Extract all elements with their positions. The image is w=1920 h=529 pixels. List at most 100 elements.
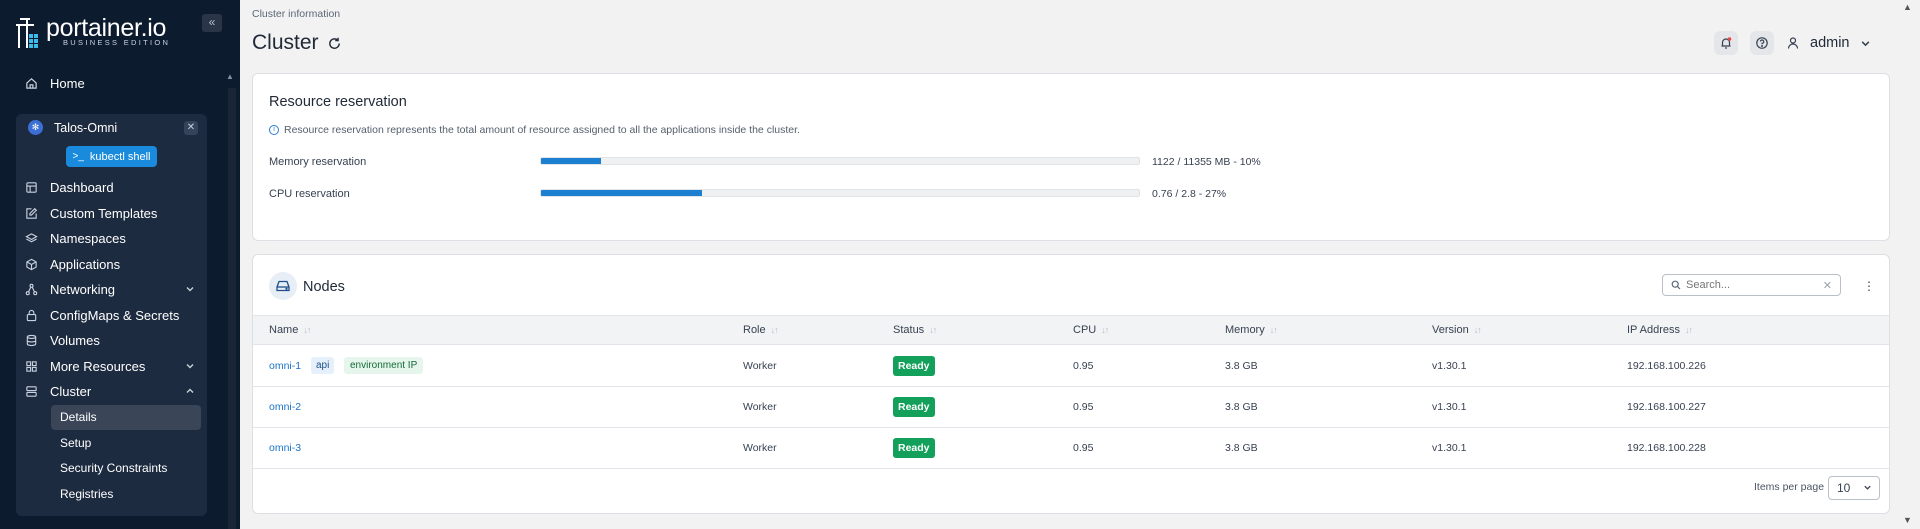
- sidebar-item-custom-templates[interactable]: Custom Templates: [16, 201, 207, 227]
- sidebar-item-label: Cluster: [50, 384, 92, 400]
- column-header-cpu[interactable]: CPU ↓↑: [1073, 324, 1109, 336]
- environment-header: ✻ Talos-Omni: [28, 120, 117, 135]
- hard-drive-icon: [276, 280, 290, 292]
- close-environment-button[interactable]: ✕: [184, 121, 198, 135]
- items-per-page-select[interactable]: 10: [1828, 476, 1880, 500]
- resource-reservation-info: i Resource reservation represents the to…: [269, 124, 800, 136]
- sidebar-item-namespaces[interactable]: Namespaces: [16, 226, 207, 252]
- column-header-label: Role: [743, 324, 766, 336]
- column-header-memory[interactable]: Memory ↓↑: [1225, 324, 1278, 336]
- resource-reservation-card: Resource reservation i Resource reservat…: [252, 73, 1890, 241]
- page-title: Cluster: [252, 31, 342, 55]
- kubernetes-icon: ✻: [28, 120, 43, 135]
- column-header-version[interactable]: Version ↓↑: [1432, 324, 1482, 336]
- sidebar-item-cluster[interactable]: Cluster: [16, 379, 207, 405]
- sidebar-item-label: ConfigMaps & Secrets: [50, 307, 180, 323]
- sidebar-item-label: Applications: [50, 256, 121, 272]
- sort-icon: ↓↑: [1101, 325, 1109, 335]
- sidebar-subitem-label: Setup: [60, 435, 92, 450]
- sidebar-item-label: Networking: [50, 282, 116, 298]
- help-button[interactable]: [1750, 31, 1774, 55]
- status-badge: Ready: [893, 356, 935, 376]
- kubectl-shell-button[interactable]: >_ kubectl shell: [66, 146, 157, 167]
- column-header-label: Memory: [1225, 324, 1265, 336]
- sidebar-item-applications[interactable]: Applications: [16, 252, 207, 278]
- nodes-icon-badge: [269, 272, 297, 300]
- refresh-icon[interactable]: [327, 36, 342, 51]
- memory-reservation-bar: [540, 157, 1140, 165]
- sidebar-item-volumes[interactable]: Volumes: [16, 328, 207, 354]
- search-input[interactable]: [1686, 279, 1821, 291]
- memory-reservation-label: Memory reservation: [269, 156, 367, 168]
- chevron-down-icon: [186, 363, 194, 368]
- environment-name: Talos-Omni: [54, 120, 118, 135]
- sidebar-subitem-registries[interactable]: Registries: [51, 481, 201, 507]
- breadcrumb: Cluster information: [252, 8, 341, 20]
- bell-icon: [1721, 37, 1732, 49]
- sidebar-subitem-details[interactable]: Details: [51, 404, 201, 430]
- node-version: v1.30.1: [1432, 401, 1467, 413]
- lock-icon: [24, 308, 38, 322]
- server-icon: [24, 385, 38, 399]
- table-header: Name ↓↑ Role ↓↑ Status ↓↑ CPU ↓↑ Memory ↓↑ Ve…: [253, 315, 1889, 345]
- info-text: Resource reservation represents the tota…: [284, 124, 800, 136]
- sidebar-subitem-label: Details: [60, 410, 97, 425]
- column-header-status[interactable]: Status ↓↑: [893, 324, 937, 336]
- sidebar-subitem-label: Registries: [60, 486, 114, 501]
- environment-ip-tag: environment IP: [344, 357, 424, 374]
- node-cpu: 0.95: [1073, 442, 1094, 454]
- sidebar-item-more-resources[interactable]: More Resources: [16, 354, 207, 380]
- items-per-page-label: Items per page: [1754, 481, 1825, 493]
- page-scroll-down-icon[interactable]: ▼: [1903, 515, 1912, 525]
- chevron-up-icon: [186, 388, 194, 393]
- node-role: Worker: [743, 360, 777, 372]
- clear-search-icon[interactable]: ✕: [1823, 279, 1832, 292]
- brand-edition: BUSINESS EDITION: [63, 38, 171, 47]
- sidebar-subitem-security-constraints[interactable]: Security Constraints: [51, 456, 201, 482]
- memory-reservation-value: 1122 / 11355 MB - 10%: [1152, 156, 1261, 168]
- node-cpu: 0.95: [1073, 360, 1094, 372]
- column-header-name[interactable]: Name ↓↑: [269, 324, 311, 336]
- sort-icon: ↓↑: [929, 325, 937, 335]
- node-name-link[interactable]: omni-1: [269, 360, 301, 372]
- sort-icon: ↓↑: [1473, 325, 1482, 335]
- nodes-card: Nodes ✕ ⋮ Name ↓↑ Role ↓↑ Status ↓↑ CPU ↓↑ M…: [252, 254, 1890, 514]
- notifications-button[interactable]: [1714, 31, 1738, 55]
- node-role: Worker: [743, 401, 777, 413]
- node-name-link[interactable]: omni-3: [269, 442, 301, 454]
- node-ip: 192.168.100.226: [1627, 360, 1706, 372]
- node-name-link[interactable]: omni-2: [269, 401, 301, 413]
- sort-icon: ↓↑: [770, 325, 779, 335]
- cpu-reservation-fill: [541, 190, 703, 196]
- column-header-role[interactable]: Role ↓↑: [743, 324, 779, 336]
- sidebar-item-dashboard[interactable]: Dashboard: [16, 175, 207, 201]
- nodes-title: Nodes: [303, 279, 345, 295]
- sidebar-scrollbar[interactable]: [228, 88, 236, 529]
- sidebar-scroll-up-icon[interactable]: ▲: [226, 72, 236, 82]
- column-header-ip-address[interactable]: IP Address ↓↑: [1627, 324, 1693, 336]
- column-header-label: IP Address: [1627, 324, 1680, 336]
- page-scroll-up-icon[interactable]: ▲: [1903, 2, 1912, 12]
- table-row: omni-3 Worker Ready 0.95 3.8 GB v1.30.1 …: [253, 428, 1889, 469]
- sidebar-item-networking[interactable]: Networking: [16, 277, 207, 303]
- cpu-reservation-value: 0.76 / 2.8 - 27%: [1152, 188, 1227, 200]
- help-icon: [1756, 37, 1768, 49]
- sidebar-item-configmaps-secrets[interactable]: ConfigMaps & Secrets: [16, 303, 207, 329]
- table-row: omni-2 Worker Ready 0.95 3.8 GB v1.30.1 …: [253, 387, 1889, 428]
- sidebar-subitem-setup[interactable]: Setup: [51, 430, 201, 456]
- user-menu[interactable]: admin: [1786, 31, 1871, 55]
- nodes-search[interactable]: ✕: [1662, 274, 1841, 296]
- environment-menu: Dashboard Custom Templates Namespaces Ap…: [16, 175, 207, 507]
- sidebar-item-home[interactable]: Home: [16, 72, 206, 94]
- brand[interactable]: portainer.io BUSINESS EDITION: [14, 12, 214, 52]
- sidebar-item-label: Custom Templates: [50, 205, 158, 221]
- collapse-sidebar-button[interactable]: «: [202, 14, 222, 32]
- chevron-down-icon: [1861, 40, 1869, 46]
- items-per-page-value: 10: [1837, 481, 1851, 495]
- more-options-icon[interactable]: ⋮: [1863, 279, 1875, 293]
- cpu-reservation-label: CPU reservation: [269, 188, 350, 200]
- page-title-text: Cluster: [252, 31, 319, 54]
- sidebar-item-label: Home: [50, 75, 85, 91]
- layers-icon: [24, 232, 38, 246]
- home-icon: [24, 76, 38, 90]
